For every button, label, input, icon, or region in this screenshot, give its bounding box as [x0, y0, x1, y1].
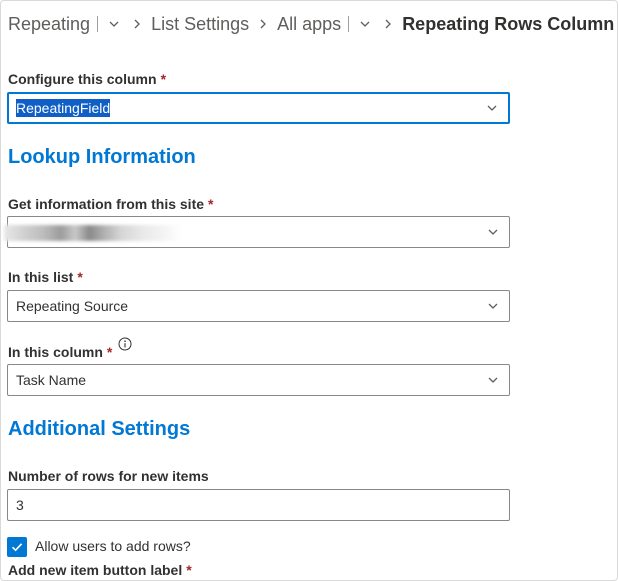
site-dropdown[interactable]: [4, 216, 510, 248]
chevron-right-icon: [383, 18, 393, 30]
required-mark: *: [208, 196, 214, 212]
chevron-down-icon[interactable]: [359, 18, 371, 30]
add-button-label: Add new item button label *: [8, 562, 192, 578]
rows-label-text: Number of rows for new items: [8, 468, 209, 484]
rows-input[interactable]: 3: [7, 489, 510, 521]
site-label-text: Get information from this site: [8, 196, 205, 212]
chevron-down-icon[interactable]: [487, 226, 499, 238]
breadcrumb-item-all-apps[interactable]: All apps: [277, 14, 341, 35]
list-label-text: In this list: [8, 269, 74, 285]
chevron-right-icon: [258, 18, 268, 30]
chevron-down-icon[interactable]: [487, 300, 499, 312]
breadcrumb-current: Repeating Rows Column: [402, 13, 615, 34]
selected-text: RepeatingField: [16, 99, 111, 117]
column-label: In this column *: [8, 344, 112, 360]
column-value: Task Name: [16, 372, 87, 388]
configure-column-label-text: Configure this column: [8, 71, 157, 87]
list-dropdown[interactable]: Repeating Source: [7, 290, 510, 322]
configure-column-dropdown[interactable]: RepeatingField: [7, 92, 510, 124]
chevron-right-icon: [132, 18, 142, 30]
required-mark: *: [186, 562, 192, 578]
breadcrumb-divider: [97, 16, 99, 32]
breadcrumb-divider: [348, 16, 350, 32]
site-label: Get information from this site *: [8, 196, 213, 212]
chevron-down-icon[interactable]: [108, 18, 120, 30]
list-label: In this list *: [8, 269, 83, 285]
rows-value: 3: [16, 497, 24, 513]
chevron-down-icon[interactable]: [486, 102, 498, 114]
breadcrumb-item-repeating[interactable]: Repeating: [8, 14, 90, 35]
required-mark: *: [160, 71, 167, 87]
redacted-site-value: [4, 225, 182, 241]
required-mark: *: [77, 269, 83, 285]
rows-label: Number of rows for new items: [8, 468, 209, 484]
configure-column-label: Configure this column *: [8, 71, 166, 87]
chevron-down-icon[interactable]: [487, 374, 499, 386]
additional-settings-heading: Additional Settings: [8, 418, 191, 440]
allow-add-rows-checkbox[interactable]: [7, 537, 27, 557]
breadcrumb-item-list-settings[interactable]: List Settings: [151, 14, 249, 35]
column-dropdown[interactable]: Task Name: [7, 364, 510, 396]
info-icon[interactable]: [118, 337, 132, 351]
configure-column-value: RepeatingField: [16, 99, 111, 117]
allow-add-rows-label[interactable]: Allow users to add rows?: [35, 538, 191, 554]
list-value: Repeating Source: [16, 298, 129, 314]
lookup-information-heading: Lookup Information: [8, 146, 196, 168]
add-button-label-text: Add new item button label: [8, 562, 183, 578]
breadcrumb: Repeating List Settings All apps Repeati…: [8, 12, 614, 36]
checkmark-icon: [11, 543, 23, 552]
required-mark: *: [106, 344, 113, 360]
column-label-text: In this column: [8, 344, 103, 360]
